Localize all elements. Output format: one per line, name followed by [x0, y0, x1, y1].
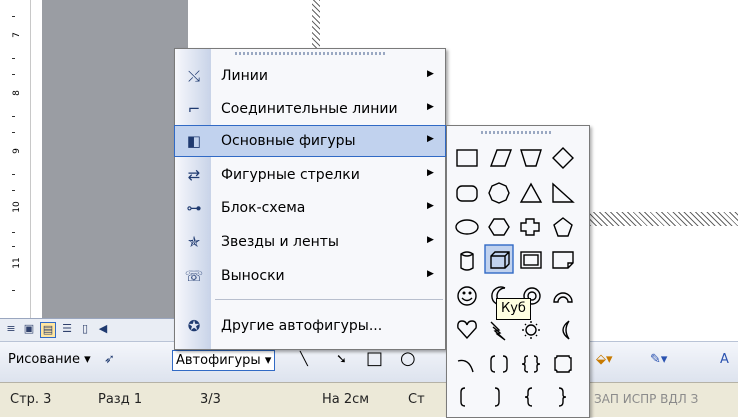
menu-item-more-autoshapes[interactable]: ✪ Другие автофигуры...: [175, 311, 445, 341]
status-page: Стр. 3: [10, 392, 52, 407]
menu-item-label: Линии: [221, 68, 268, 84]
more-autoshapes-icon: ✪: [187, 317, 201, 335]
submenu-arrow-icon: ▶: [427, 69, 434, 79]
arrow-tool-icon[interactable]: ➘: [336, 352, 347, 367]
select-objects-icon[interactable]: ➶: [104, 352, 115, 367]
menu-item-basic-shapes[interactable]: ◧ Основные фигуры ▶: [174, 125, 446, 157]
menu-item-label: Блок-схема: [221, 200, 306, 216]
ruler-label: 7: [12, 32, 22, 38]
autoshapes-menu-button[interactable]: Автофигуры ▾: [172, 350, 276, 371]
ruler-label: 8: [12, 90, 22, 96]
vertical-ruler[interactable]: 7 8 9 10 11: [0, 0, 31, 318]
menu-item-label: Другие автофигуры...: [221, 318, 383, 334]
reading-view-icon[interactable]: ▯: [78, 322, 92, 336]
line-tool-icon[interactable]: ╲: [300, 352, 308, 367]
menu-item-stars-banners[interactable]: ✯ Звезды и ленты ▶: [175, 227, 445, 257]
menu-item-callouts[interactable]: ☏ Выноски ▶: [175, 261, 445, 291]
menu-item-connectors[interactable]: ⌐ Соединительные линии ▶: [175, 94, 445, 124]
normal-view-icon[interactable]: ≡: [4, 322, 18, 336]
status-bar: Стр. 3 Разд 1 3/3 На 2см Ст ЗАП ИСПР ВДЛ…: [0, 382, 738, 417]
shapes-grid: [455, 147, 575, 407]
submenu-arrow-icon: ▶: [427, 269, 434, 279]
status-page-count: 3/3: [200, 392, 221, 407]
lines-icon: ⤯: [187, 67, 200, 85]
submenu-arrow-icon: ▶: [427, 235, 434, 245]
menu-item-label: Выноски: [221, 268, 285, 284]
menu-drag-grip[interactable]: [235, 52, 385, 55]
ruler-label: 9: [12, 148, 22, 154]
menu-item-block-arrows[interactable]: ⇄ Фигурные стрелки ▶: [175, 160, 445, 190]
drawing-menu-button[interactable]: Рисование ▾: [8, 352, 91, 367]
print-view-icon[interactable]: ▤: [40, 322, 56, 338]
status-position: На 2см: [322, 392, 370, 407]
autoshapes-menu: ⤯ Линии ▶ ⌐ Соединительные линии ▶ ◧ Осн…: [174, 48, 446, 350]
shape-tooltip: Куб: [496, 298, 531, 320]
status-mode-flags: ЗАП ИСПР ВДЛ З: [594, 392, 699, 406]
callouts-icon: ☏: [184, 267, 204, 285]
submenu-arrow-icon: ▶: [427, 102, 434, 112]
oval-tool-icon[interactable]: ○: [400, 348, 416, 369]
status-section: Разд 1: [98, 392, 143, 407]
view-buttons-bar: ≡ ▣ ▤ ☰ ▯ ◀: [0, 318, 200, 341]
web-view-icon[interactable]: ▣: [22, 322, 36, 336]
submenu-arrow-icon: ▶: [427, 168, 434, 178]
flowchart-icon: ⊶: [186, 199, 202, 217]
line-color-icon[interactable]: ✎▾: [650, 352, 667, 367]
block-arrows-icon: ⇄: [187, 166, 201, 184]
ruler-label: 11: [12, 257, 22, 269]
menu-separator: [215, 299, 443, 300]
basic-shapes-submenu: [446, 125, 590, 418]
menu-item-label: Звезды и ленты: [221, 234, 339, 250]
basic-shapes-icon: ◧: [186, 132, 202, 150]
shape-hatch-band: [590, 212, 738, 226]
ruler-label: 10: [12, 201, 22, 213]
menu-item-label: Основные фигуры: [221, 133, 356, 149]
rectangle-tool-icon[interactable]: □: [366, 348, 383, 369]
menu-item-label: Фигурные стрелки: [221, 167, 360, 183]
shape-hatch-line: [312, 0, 320, 50]
submenu-arrow-icon: ▶: [427, 134, 434, 144]
menu-item-flowchart[interactable]: ⊶ Блок-схема ▶: [175, 193, 445, 223]
status-line: Ст: [408, 392, 425, 407]
outline-view-icon[interactable]: ☰: [60, 322, 74, 336]
page-gap-area: [42, 0, 188, 318]
font-color-icon[interactable]: A: [720, 352, 729, 367]
menu-item-lines[interactable]: ⤯ Линии ▶: [175, 61, 445, 91]
fill-color-icon[interactable]: ⬙▾: [596, 352, 613, 367]
menu-item-label: Соединительные линии: [221, 101, 398, 117]
connectors-icon: ⌐: [187, 100, 201, 118]
scroll-left-icon[interactable]: ◀: [96, 322, 110, 336]
submenu-arrow-icon: ▶: [427, 201, 434, 211]
stars-banners-icon: ✯: [187, 233, 201, 251]
